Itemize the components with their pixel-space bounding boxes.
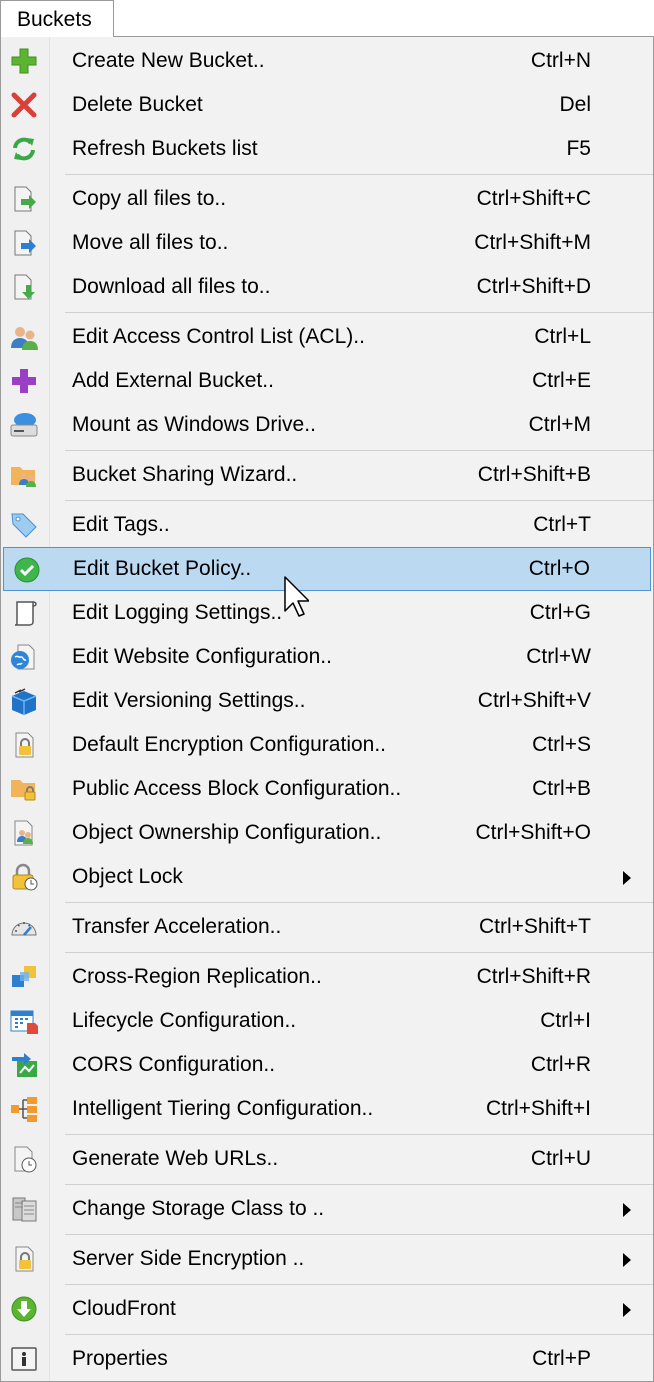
menu-item-edit-tags[interactable]: Edit Tags.. Ctrl+T [1,503,653,547]
refresh-icon [9,135,39,163]
cors-icon [9,1051,39,1079]
menu-item-cors-config[interactable]: CORS Configuration.. Ctrl+R [1,1043,653,1087]
menu-tab-label: Buckets [17,8,92,31]
menu-item-object-ownership[interactable]: Object Ownership Configuration.. Ctrl+Sh… [1,811,653,855]
menu-item-mount-windows-drive[interactable]: Mount as Windows Drive.. Ctrl+M [1,403,653,447]
purple-plus-icon [9,367,39,395]
menu-item-bucket-sharing-wizard[interactable]: Bucket Sharing Wizard.. Ctrl+Shift+B [1,453,653,497]
separator [65,952,653,953]
cloudfront-down-icon [9,1295,39,1323]
calendar-icon [9,1007,39,1035]
menu-tab-buckets[interactable]: Buckets [0,0,114,37]
menu-item-transfer-acceleration[interactable]: Transfer Acceleration.. Ctrl+Shift+T [1,905,653,949]
menu-item-edit-website-config[interactable]: Edit Website Configuration.. Ctrl+W [1,635,653,679]
move-files-icon [9,229,39,257]
submenu-arrow-icon [623,1203,631,1217]
mouse-cursor-icon [283,575,310,624]
info-icon [9,1345,39,1373]
menu-item-move-all-files[interactable]: Move all files to.. Ctrl+Shift+M [1,221,653,265]
scroll-icon [9,599,39,627]
menu-item-download-all-files[interactable]: Download all files to.. Ctrl+Shift+D [1,265,653,309]
separator [65,450,653,451]
download-files-icon [9,273,39,301]
delete-x-icon [9,91,39,119]
buckets-context-menu: Create New Bucket.. Ctrl+N Delete Bucket… [0,36,654,1382]
speedometer-icon [9,913,39,941]
separator [65,1184,653,1185]
replication-icon [9,963,39,991]
tiering-icon [9,1095,39,1123]
cloud-drive-icon [9,411,39,439]
menu-item-refresh-buckets[interactable]: Refresh Buckets list F5 [1,127,653,171]
copy-files-icon [9,185,39,213]
menu-item-default-encryption[interactable]: Default Encryption Configuration.. Ctrl+… [1,723,653,767]
submenu-arrow-icon [623,1303,631,1317]
menu-item-edit-bucket-policy[interactable]: Edit Bucket Policy.. Ctrl+O [3,547,651,591]
separator [65,1234,653,1235]
menu-item-server-side-encryption[interactable]: Server Side Encryption .. [1,1237,653,1281]
tag-icon [9,511,39,539]
separator [65,1334,653,1335]
menu-item-delete-bucket[interactable]: Delete Bucket Del [1,83,653,127]
menu-item-create-new-bucket[interactable]: Create New Bucket.. Ctrl+N [1,39,653,83]
lock-page-icon [9,731,39,759]
clock-page-icon [9,1145,39,1173]
separator [65,500,653,501]
menu-item-cross-region-replication[interactable]: Cross-Region Replication.. Ctrl+Shift+R [1,955,653,999]
separator [65,1134,653,1135]
locked-folder-icon [9,775,39,803]
menu-item-copy-all-files[interactable]: Copy all files to.. Ctrl+Shift+C [1,177,653,221]
separator [65,902,653,903]
check-circle-icon [12,556,42,584]
versioning-box-icon [9,687,39,715]
menu-item-edit-acl[interactable]: Edit Access Control List (ACL).. Ctrl+L [1,315,653,359]
submenu-arrow-icon [623,1253,631,1267]
separator [65,1284,653,1285]
plus-icon [9,47,39,75]
users-icon [9,323,39,351]
lock-document-icon [9,1245,39,1273]
menu-item-cloudfront[interactable]: CloudFront [1,1287,653,1331]
menu-item-lifecycle-config[interactable]: Lifecycle Configuration.. Ctrl+I [1,999,653,1043]
globe-page-icon [9,643,39,671]
menu-item-add-external-bucket[interactable]: Add External Bucket.. Ctrl+E [1,359,653,403]
user-page-icon [9,819,39,847]
separator [65,312,653,313]
separator [65,174,653,175]
menu-item-properties[interactable]: Properties Ctrl+P [1,1337,653,1381]
menu-item-change-storage-class[interactable]: Change Storage Class to .. [1,1187,653,1231]
menu-item-object-lock[interactable]: Object Lock [1,855,653,899]
shared-folder-icon [9,461,39,489]
submenu-arrow-icon [623,871,631,885]
menu-item-public-access-block[interactable]: Public Access Block Configuration.. Ctrl… [1,767,653,811]
menu-item-generate-web-urls[interactable]: Generate Web URLs.. Ctrl+U [1,1137,653,1181]
storage-class-icon [9,1195,39,1223]
padlock-clock-icon [9,863,39,891]
menu-item-intelligent-tiering[interactable]: Intelligent Tiering Configuration.. Ctrl… [1,1087,653,1131]
menu-item-edit-versioning[interactable]: Edit Versioning Settings.. Ctrl+Shift+V [1,679,653,723]
menu-item-edit-logging-settings[interactable]: Edit Logging Settings.. Ctrl+G [1,591,653,635]
